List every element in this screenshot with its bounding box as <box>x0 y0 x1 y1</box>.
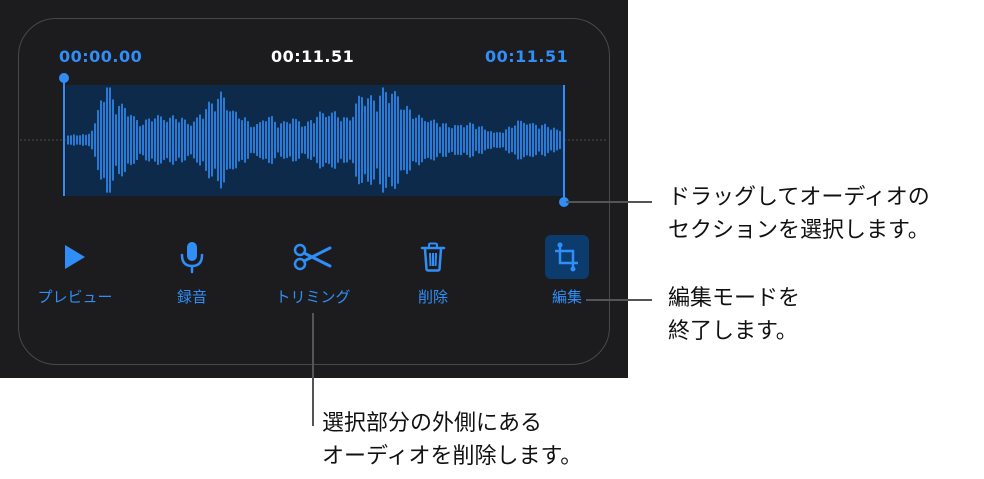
edit-button[interactable]: 編集 <box>507 232 627 307</box>
edit-label: 編集 <box>551 288 582 306</box>
scissors-icon <box>293 243 332 271</box>
drag-callout: ドラッグしてオーディオの セクションを選択します。 <box>668 181 930 247</box>
edit-callout-line1: 編集モードを <box>668 286 801 311</box>
preview-button[interactable]: プレビュー <box>15 232 135 307</box>
preview-label: プレビュー <box>37 288 113 306</box>
delete-button[interactable]: 削除 <box>373 232 493 307</box>
microphone-icon <box>180 242 204 274</box>
trim-callout-line <box>312 313 314 426</box>
trim-callout-line1: 選択部分の外側にある <box>322 411 543 436</box>
drag-callout-line2: セクションを選択します。 <box>668 218 930 243</box>
left-trim-handle-knob[interactable] <box>59 73 69 83</box>
edit-callout-line2: 終了します。 <box>668 319 798 344</box>
trim-button[interactable]: トリミング <box>253 232 373 307</box>
edit-button-active-bg <box>545 235 589 279</box>
trim-callout-line2: オーディオを削除します。 <box>322 444 583 469</box>
trim-label: トリミング <box>275 288 351 306</box>
waveform-area[interactable] <box>0 60 628 210</box>
drag-callout-line <box>566 201 652 203</box>
edit-callout: 編集モードを 終了します。 <box>668 282 800 348</box>
trash-icon <box>420 242 446 272</box>
voice-memo-editor: 00:00.00 00:11.51 00:11.51 プレビュー 録音 トリミン… <box>0 0 628 378</box>
edit-callout-line <box>586 299 652 301</box>
play-icon <box>65 245 85 269</box>
drag-callout-line1: ドラッグしてオーディオの <box>668 185 930 210</box>
trim-callout: 選択部分の外側にある オーディオを削除します。 <box>322 407 582 473</box>
record-label: 録音 <box>176 288 207 306</box>
crop-trim-icon <box>555 242 578 272</box>
record-button[interactable]: 録音 <box>132 232 252 307</box>
delete-label: 削除 <box>417 288 448 306</box>
